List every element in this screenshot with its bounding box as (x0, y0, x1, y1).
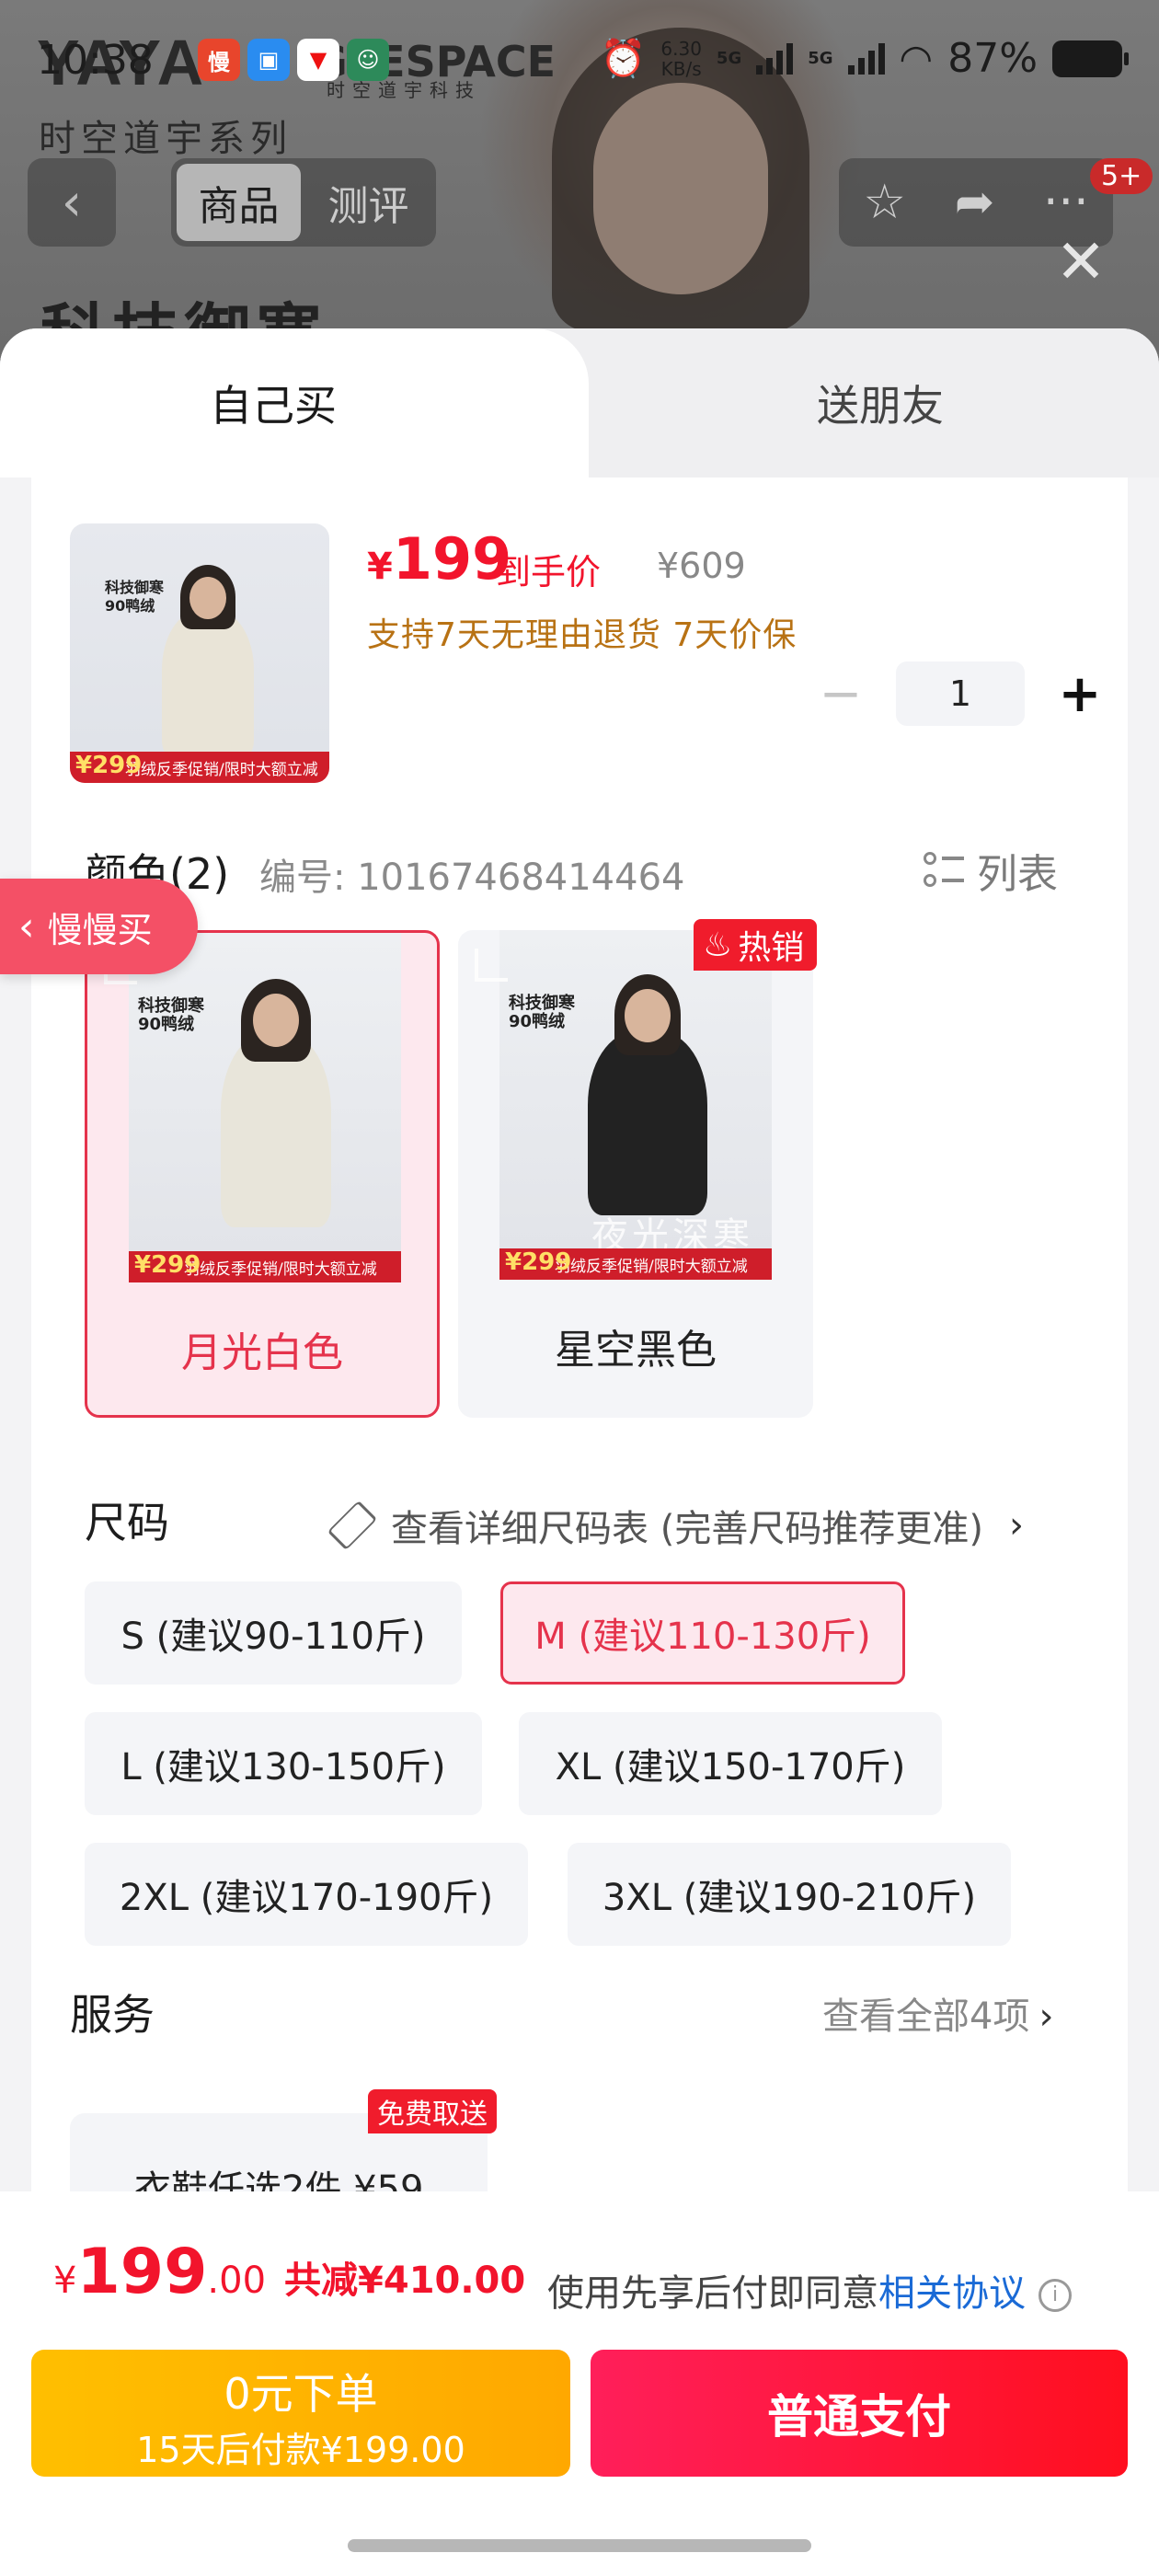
chevron-left-icon: ‹ (18, 903, 35, 950)
sheet-content: 科技御寒 90鸭绒 羽绒反季促销/限时大额立减 ¥299 ¥199 到手价 ¥6… (31, 477, 1128, 2354)
sku-code: 编号: 10167468414464 (259, 857, 685, 899)
product-thumbnail[interactable]: 科技御寒 90鸭绒 羽绒反季促销/限时大额立减 ¥299 (70, 523, 329, 783)
bnpl-agreement: 使用先享后付即同意相关协议 i (547, 2263, 1072, 2317)
back-button[interactable]: ‹ (28, 158, 116, 247)
color-option-moonlight-white[interactable]: 科技御寒 90鸭绒 羽绒反季促销/限时大额立减 ¥299 月光白色 (85, 930, 440, 1418)
ruler-icon (327, 1500, 378, 1551)
total-discount: 共减¥410.00 (284, 2260, 526, 2302)
size-chart-link[interactable]: 查看详细尺码表 (完善尺码推荐更准) › (327, 1499, 1024, 1552)
home-indicator[interactable] (348, 2539, 811, 2552)
notification-icons: 慢 ▣ ▼ ☺ (198, 39, 389, 81)
wifi-icon: ◠ (899, 36, 934, 81)
original-price: ¥609 (657, 546, 746, 586)
chevron-right-icon: › (1008, 1504, 1024, 1547)
agreement-link[interactable]: 相关协议 (878, 2272, 1026, 2315)
color-option-label: 星空黑色 (555, 1327, 717, 1374)
size-option-l[interactable]: L (建议130-150斤) (85, 1712, 482, 1815)
checkout-footer: ¥ 199 .00 共减¥410.00 使用先享后付即同意相关协议 i 0元下单 … (0, 2191, 1159, 2576)
slow-buy-float-button[interactable]: ‹ 慢慢买 (0, 879, 198, 974)
flame-icon: ♨ (703, 926, 733, 964)
total-price: ¥ 199 .00 共减¥410.00 (53, 2236, 526, 2308)
free-pickup-badge: 免费取送 (368, 2089, 497, 2133)
normal-pay-button[interactable]: 普通支付 (591, 2350, 1128, 2477)
close-sheet-button[interactable]: ✕ (1049, 230, 1113, 294)
quantity-input[interactable]: 1 (896, 661, 1025, 726)
tab-reviews[interactable]: 测评 (306, 164, 430, 241)
message-badge: 5+ (1090, 158, 1153, 194)
clock: 10:38 (37, 37, 154, 84)
quantity-stepper: − 1 + (813, 661, 1107, 726)
increase-quantity-button[interactable]: + (1052, 664, 1107, 724)
battery-icon (1052, 40, 1129, 77)
signal-icon (756, 42, 794, 75)
favorite-star-icon[interactable]: ☆ (863, 175, 906, 230)
list-icon (924, 850, 964, 891)
size-option-s[interactable]: S (建议90-110斤) (85, 1581, 462, 1685)
app-slowbuy-icon: 慢 (198, 39, 240, 81)
size-option-xl[interactable]: XL (建议150-170斤) (519, 1712, 942, 1815)
info-icon[interactable]: i (1039, 2279, 1072, 2312)
app-avatar-icon: ☺ (347, 39, 389, 81)
view-all-services-link[interactable]: 查看全部4项 › (822, 1986, 1053, 2040)
decrease-quantity-button[interactable]: − (813, 664, 868, 724)
size-section-title: 尺码 (85, 1498, 169, 1547)
expand-image-icon[interactable] (475, 949, 508, 982)
more-icon[interactable]: ··· (1043, 175, 1089, 230)
size-option-3xl[interactable]: 3XL (建议190-210斤) (568, 1843, 1011, 1946)
signal-icon-2 (847, 42, 885, 75)
app-red-icon: ▼ (297, 39, 339, 81)
size-option-m[interactable]: M (建议110-130斤) (500, 1581, 905, 1685)
tab-gift-to-friend[interactable]: 送朋友 (817, 373, 944, 433)
page-tabs: 商品 测评 (171, 158, 436, 247)
tab-buy-for-self[interactable]: 自己买 (210, 373, 337, 433)
app-blue-icon: ▣ (247, 39, 290, 81)
network-speed: 6.30 KB/s (660, 37, 702, 80)
alarm-icon: ⏰ (600, 38, 647, 80)
chevron-left-icon: ‹ (61, 172, 83, 233)
color-option-label: 月光白色 (181, 1329, 343, 1376)
color-option-image: 科技御寒 90鸭绒 羽绒反季促销/限时大额立减 ¥299 (129, 933, 401, 1282)
color-option-image: 科技御寒 90鸭绒 夜光深寒 羽绒反季促销/限时大额立减 ¥299 (499, 930, 772, 1280)
size-option-2xl[interactable]: 2XL (建议170-190斤) (85, 1843, 528, 1946)
final-price: ¥199 (367, 525, 512, 592)
color-option-starry-black[interactable]: 科技御寒 90鸭绒 夜光深寒 羽绒反季促销/限时大额立减 ¥299 星空黑色 (458, 930, 813, 1418)
purchase-mode-tabs: 自己买 送朋友 (0, 328, 1159, 477)
return-guarantee: 支持7天无理由退货 7天价保 (367, 616, 798, 654)
tab-product[interactable]: 商品 (177, 164, 301, 241)
hot-sale-badge: ♨ 热销 (694, 919, 818, 971)
final-price-label: 到手价 (496, 552, 602, 592)
status-bar: 10:38 慢 ▣ ▼ ☺ ⏰ 6.30 KB/s 5G 5G ◠ 87% (0, 0, 1159, 120)
list-view-toggle[interactable]: 列表 (924, 841, 1058, 900)
battery-level: 87% (947, 35, 1038, 82)
share-icon[interactable]: ➦ (955, 175, 995, 230)
chevron-right-icon: › (1039, 1995, 1054, 2038)
service-section-title: 服务 (70, 1990, 155, 2040)
pay-later-button[interactable]: 0元下单 15天后付款¥199.00 (31, 2350, 570, 2477)
